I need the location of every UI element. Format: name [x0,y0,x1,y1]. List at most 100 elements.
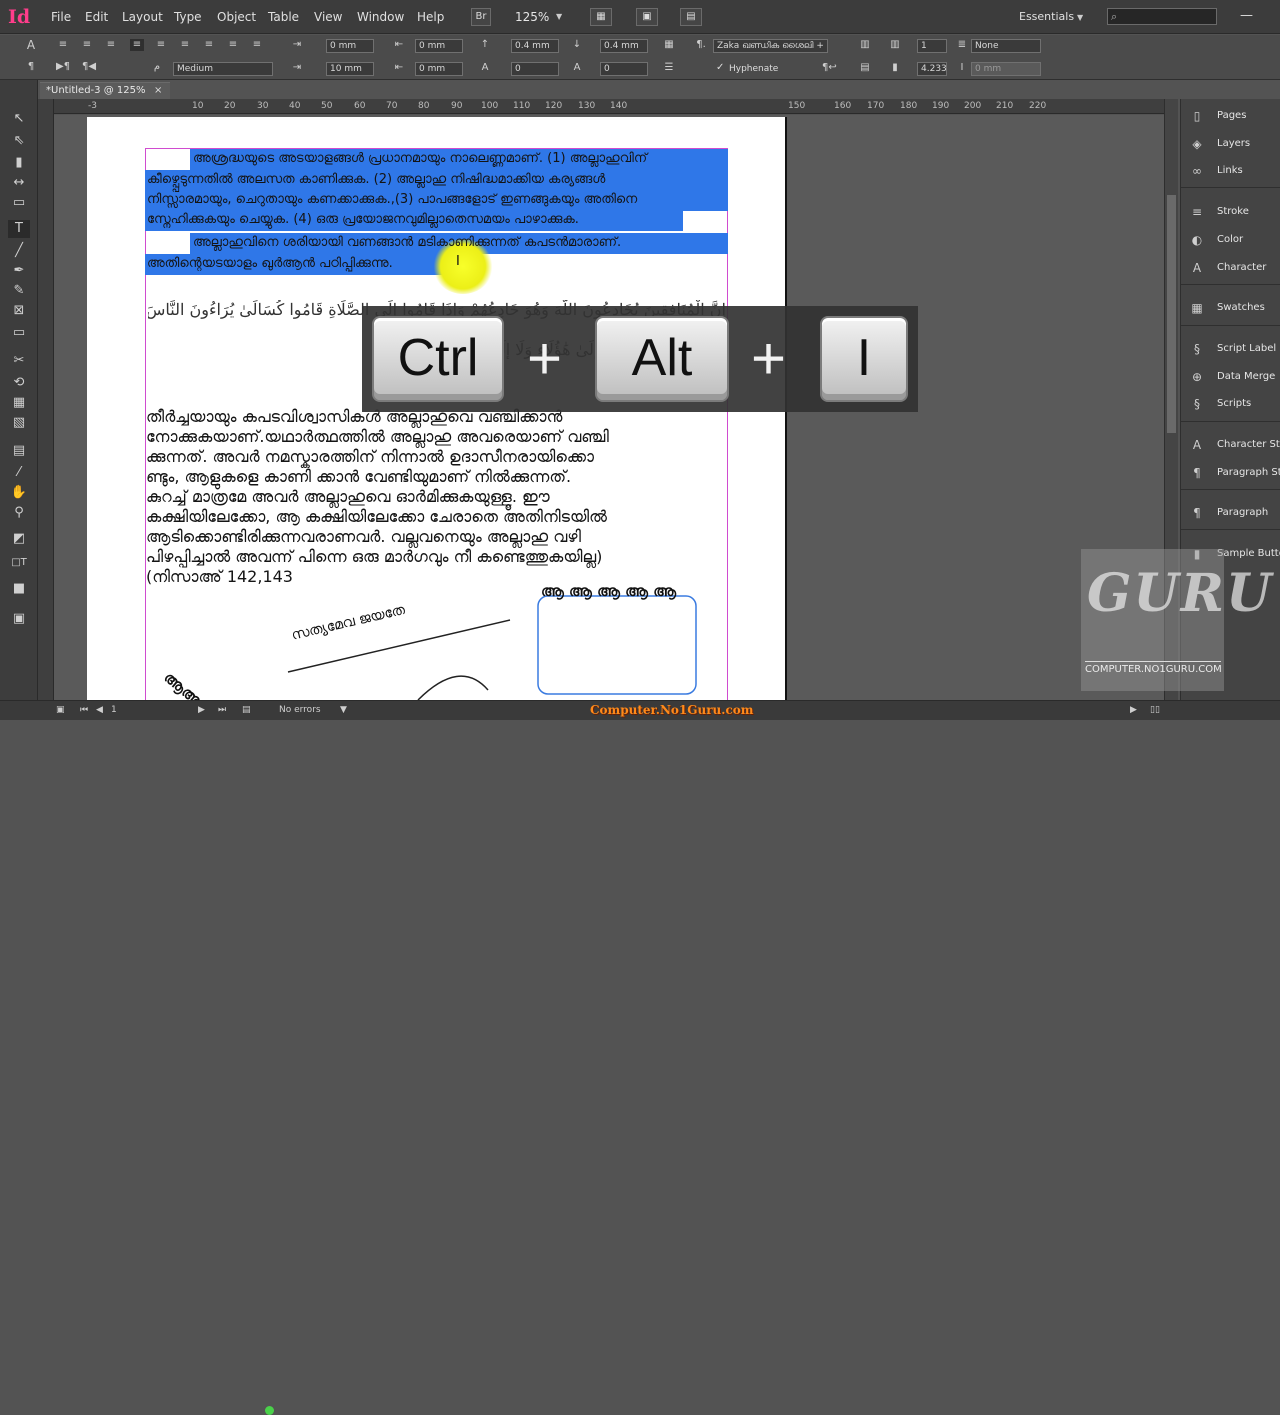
rtl-paragraph-icon[interactable]: ¶◀ [82,61,96,73]
help-search-input[interactable]: ⌕ [1107,8,1217,25]
formatting-affects-text-icon[interactable]: □T [8,554,30,572]
hand-tool-icon[interactable]: ✋ [8,484,30,502]
menu-type[interactable]: Type [174,10,202,24]
selected-text-line[interactable]: നിസ്സാരമായും, ചെറുതായും കണക്കാക്കുക.,(3)… [147,192,637,207]
panel-pages[interactable]: ▯ Pages [1181,105,1280,127]
normal-view-mode-icon[interactable]: ■ [8,580,30,598]
body-text-line[interactable]: കക്ഷിയിലേക്കോ, ആ കക്ഷിയിലേക്കോ ചേരാതെ അത… [146,507,607,527]
bridge-button[interactable]: Br [471,8,491,26]
selection-tool-icon[interactable]: ↖ [8,110,30,128]
minimize-icon[interactable]: — [1240,8,1253,23]
line-tool-icon[interactable]: ╱ [8,242,30,260]
panel-links[interactable]: ∞ Links [1181,160,1280,182]
scissors-tool-icon[interactable]: ✂ [8,352,30,370]
panel-data-merge[interactable]: ⊕ Data Merge [1181,366,1280,388]
fill-stroke-icon[interactable]: ◩ [8,530,30,548]
menu-layout[interactable]: Layout [122,10,163,24]
note-tool-icon[interactable]: ▤ [8,442,30,460]
shading-icon[interactable]: ▦ [662,39,676,51]
span-space-field[interactable]: 0 mm [971,62,1041,76]
columns-icon[interactable]: ▥ [888,39,902,51]
body-text-line[interactable]: ക്കുന്നത്. അവർ നമസ്കാരത്തിന് നിന്നാൽ ഉദാ… [146,447,594,467]
justify-right-icon[interactable]: ≡ [178,39,192,51]
panel-paragraph-styles[interactable]: ¶Paragraph Sty [1181,462,1280,484]
free-transform-tool-icon[interactable]: ⟲ [8,374,30,392]
space-before-field[interactable]: 0.4 mm [511,39,559,53]
hyphenate-checkbox[interactable]: ✓ [716,62,724,73]
zoom-tool-icon[interactable]: ⚲ [8,504,30,522]
content-collector-icon[interactable]: ▭ [8,194,30,212]
pencil-tool-icon[interactable]: ✎ [8,282,30,300]
paragraph-formatting-icon[interactable]: ¶ [24,61,38,73]
body-text-line[interactable]: കുറച്ച് മാത്രമേ അവർ അല്ലാഹുവെ ഓർമിക്കുകയ… [146,487,550,507]
left-indent-field[interactable]: 0 mm [326,39,374,53]
first-line-indent-field[interactable]: 10 mm [326,62,374,76]
span-columns-select[interactable]: None [971,39,1041,53]
panel-paragraph[interactable]: ¶ Paragraph [1181,502,1280,524]
gradient-swatch-tool-icon[interactable]: ▦ [8,394,30,412]
open-page-icon[interactable]: ▤ [242,705,251,715]
document-tab[interactable]: *Untitled-3 @ 125% × [40,82,170,99]
menu-object[interactable]: Object [217,10,256,24]
scroll-right-icon[interactable]: ▶ [1130,705,1137,715]
selected-text-line[interactable]: അല്ലാഹുവിനെ ശരിയായി വണങ്ങാൻ മടികാണിക്കുന… [193,235,621,250]
type-tool-icon[interactable]: T [8,220,30,238]
arrange-documents-icon[interactable]: ▤ [680,8,702,26]
right-indent-icon[interactable]: ⇤ [392,39,406,51]
horizontal-ruler[interactable]: -3 10 20 30 40 50 60 70 80 90 100 110 12… [54,99,1164,114]
drop-cap-chars-field[interactable]: 0 [600,62,648,76]
selected-text-line[interactable]: സ്നേഹിക്കുകയും ചെയ്യുക. (4) ഒരു പ്രയോജനവ… [147,212,579,227]
first-page-icon[interactable]: ⏮ [80,705,88,715]
first-line-indent-icon[interactable]: ⇥ [290,62,304,74]
panel-character[interactable]: A Character [1181,257,1280,279]
paragraph-style-select[interactable]: Zaka ഖണ്ഡിക ശൈലി + [713,39,828,53]
body-text-line[interactable]: ആടിക്കൊണ്ടിരിക്കുന്നവരാണവർ. വല്ലവനെയും അ… [146,527,581,547]
last-line-indent-icon[interactable]: ⇤ [392,62,406,74]
prev-page-icon[interactable]: ◀ [96,705,103,715]
menu-window[interactable]: Window [357,10,404,24]
menu-table[interactable]: Table [268,10,299,24]
align-right-icon[interactable]: ≡ [104,39,118,51]
align-away-spine-icon[interactable]: ≡ [250,39,264,51]
rectangle-tool-icon[interactable]: ▭ [8,324,30,342]
space-after-field[interactable]: 0.4 mm [600,39,648,53]
paragraph-style-icon[interactable]: ¶. [694,39,708,51]
eyedropper-tool-icon[interactable]: ⁄ [8,464,30,482]
gutter-field[interactable]: 4.233 [917,62,947,76]
selected-text-line[interactable]: അശ്രദ്ധയുടെ അടയാളങ്ങൾ പ്രധാനമായും നാലെണ്… [193,151,647,166]
right-indent-field[interactable]: 0 mm [415,39,463,53]
zoom-level[interactable]: 125% [515,10,549,24]
menu-view[interactable]: View [314,10,342,24]
do-not-align-icon[interactable]: ▤ [858,62,872,74]
drop-cap-chars-icon[interactable]: A [570,62,584,74]
panel-stroke[interactable]: ≡ Stroke [1181,201,1280,223]
space-after-icon[interactable]: ↓ [570,39,584,51]
span-columns-icon[interactable]: ≣ [955,39,969,51]
space-before-icon[interactable]: ↑ [478,39,492,51]
screen-mode-icon[interactable]: ▣ [636,8,658,26]
panel-script-label[interactable]: § Script Label [1181,338,1280,360]
path-text-frame-top[interactable]: ആ ആ ആ ആ ആ [541,582,676,600]
menu-help[interactable]: Help [417,10,444,24]
align-spine-icon[interactable]: ≡ [226,39,240,51]
justify-left-icon[interactable]: ≡ [130,39,144,51]
grid-align-icon[interactable]: ▥ [858,39,872,51]
body-text-line[interactable]: പിഴപ്പിച്ചാൽ അവന്ന് പിന്നെ ഒരു മാർഗവും ന… [146,547,602,567]
close-tab-icon[interactable]: × [154,83,162,99]
panel-layers[interactable]: ◈ Layers [1181,133,1280,155]
view-toggle-icon[interactable]: ▯▯ [1150,705,1160,715]
panel-swatches[interactable]: ▦ Swatches [1181,297,1280,319]
left-indent-icon[interactable]: ⇥ [290,39,304,51]
gap-tool-icon[interactable]: ↔ [8,174,30,192]
ltr-paragraph-icon[interactable]: ▶¶ [56,61,70,73]
panel-color[interactable]: ◐ Color [1181,229,1280,251]
preflight-menu-icon[interactable]: ▼ [340,705,347,715]
direct-selection-tool-icon[interactable]: ⇖ [8,132,30,150]
body-text-line[interactable]: ണ്ടും, ആളുകളെ കാണി ക്കാൻ വേണ്ടിയുമാണ് നി… [146,467,571,487]
character-formatting-icon[interactable]: A [24,39,38,51]
pen-tool-icon[interactable]: ✒ [8,262,30,280]
bullets-list-icon[interactable]: ☰ [662,62,676,74]
align-left-icon[interactable]: ≡ [56,39,70,51]
view-options-icon[interactable]: ▦ [590,8,612,26]
drop-cap-lines-icon[interactable]: A [478,62,492,74]
